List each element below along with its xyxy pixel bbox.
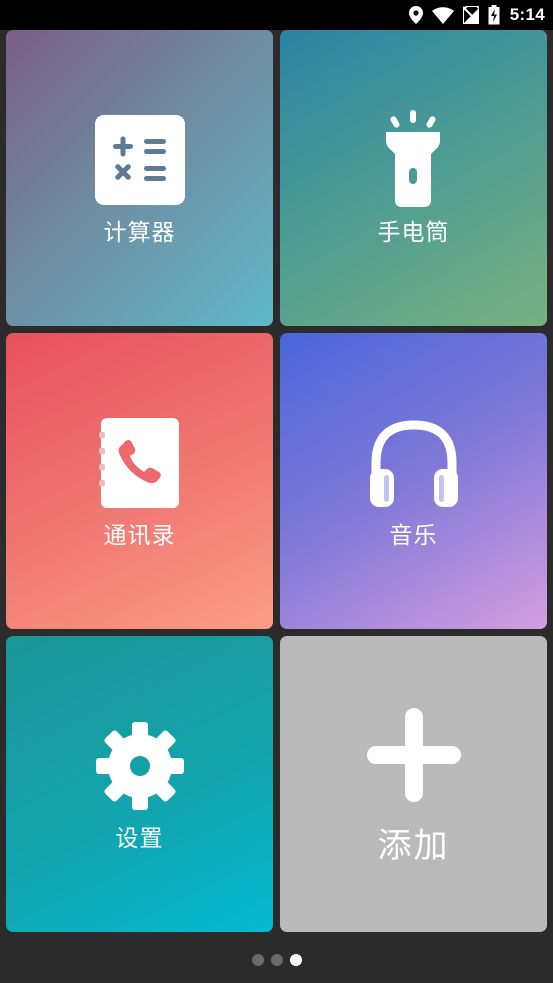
headphones-icon — [370, 420, 458, 507]
contacts-icon — [99, 418, 179, 508]
status-bar: 5:14 — [0, 0, 553, 30]
page-dot-2[interactable] — [270, 954, 283, 966]
no-sim-icon — [462, 6, 479, 24]
location-icon — [408, 6, 423, 24]
calculator-tile[interactable]: 计算器 — [6, 30, 273, 326]
page-indicator[interactable] — [0, 954, 553, 968]
home-screen: 5:14 计算器 手电筒 通讯录 音乐 设置 添加 — [0, 0, 553, 983]
status-icons: 5:14 — [408, 0, 545, 30]
battery-charging-icon — [488, 5, 500, 25]
music-label: 音乐 — [389, 523, 438, 549]
settings-label: 设置 — [115, 826, 164, 852]
page-dot-1[interactable] — [251, 954, 264, 966]
music-tile[interactable]: 音乐 — [280, 333, 547, 629]
add-label: 添加 — [377, 826, 450, 866]
flashlight-label: 手电筒 — [377, 220, 450, 246]
flashlight-tile[interactable]: 手电筒 — [280, 30, 547, 326]
contacts-label: 通讯录 — [103, 523, 176, 549]
calculator-label: 计算器 — [103, 220, 176, 246]
calculator-icon — [95, 115, 185, 205]
wifi-icon — [431, 6, 454, 24]
add-tile[interactable]: 添加 — [280, 636, 547, 932]
gear-icon — [96, 722, 184, 810]
settings-tile[interactable]: 设置 — [6, 636, 273, 932]
page-dot-3-active[interactable] — [289, 954, 302, 966]
flashlight-icon — [386, 110, 440, 207]
plus-icon — [367, 708, 461, 802]
status-time: 5:14 — [509, 5, 545, 24]
contacts-tile[interactable]: 通讯录 — [6, 333, 273, 629]
